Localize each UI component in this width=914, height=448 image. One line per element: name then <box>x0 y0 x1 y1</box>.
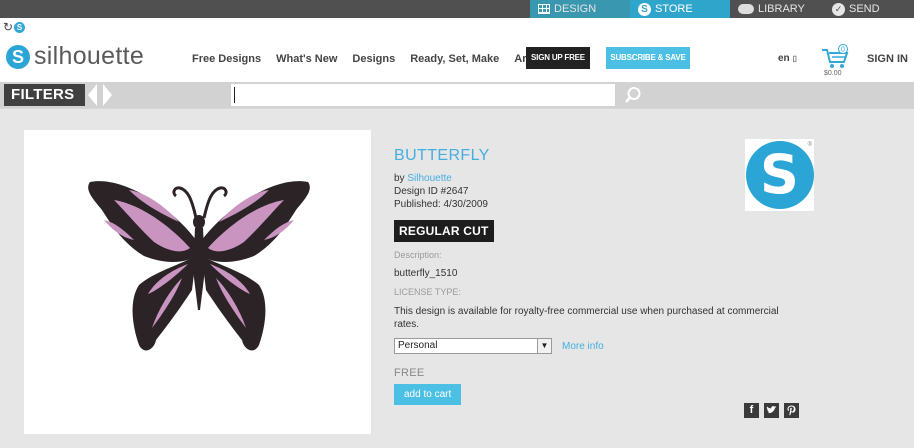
cart-total: $0.00 <box>824 70 842 77</box>
top-app-bar: DESIGN S STORE LIBRARY ✓ SEND <box>0 0 914 18</box>
tab-design[interactable]: DESIGN <box>530 0 630 18</box>
butterfly-design-image <box>88 181 310 351</box>
author-line: by Silhouette <box>394 172 794 185</box>
license-select-row: Personal ▼ More info <box>394 338 794 354</box>
tab-library[interactable]: LIBRARY <box>730 0 824 18</box>
brand-logo[interactable]: S ® <box>745 139 814 211</box>
published-date: Published: 4/30/2009 <box>394 199 488 210</box>
search-input[interactable] <box>231 84 615 106</box>
subscribe-save-button[interactable]: SUBSCRIBE & SAVE <box>606 47 690 69</box>
check-circle-icon: ✓ <box>832 2 845 16</box>
filters-button[interactable]: FILTERS <box>4 84 85 106</box>
sign-in-link[interactable]: SIGN IN <box>867 53 908 65</box>
registered-mark: ® <box>807 142 812 148</box>
pinterest-icon[interactable] <box>784 403 799 418</box>
add-to-cart-button[interactable]: add to cart <box>394 384 462 405</box>
cart-count: 0 <box>841 47 845 54</box>
nav-whats-new[interactable]: What's New <box>276 53 337 65</box>
twitter-icon[interactable] <box>764 403 779 418</box>
nav-designs[interactable]: Designs <box>352 53 395 65</box>
description-label: Description: <box>394 250 442 260</box>
language-selector[interactable]: en ▯ <box>778 53 797 64</box>
logo-text: silhouette <box>34 42 145 70</box>
refresh-icon[interactable]: ↻ <box>3 21 13 33</box>
language-code: en <box>778 53 790 64</box>
design-detail: BUTTERFLY by Silhouette Design ID #2647 … <box>0 108 914 448</box>
silhouette-mini-icon[interactable]: S <box>14 21 26 33</box>
license-text: This design is available for royalty-fre… <box>394 306 779 330</box>
cut-type-badge: REGULAR CUT <box>394 220 494 242</box>
design-id: Design ID #2647 <box>394 186 469 197</box>
tab-design-label: DESIGN <box>554 3 597 15</box>
facebook-icon[interactable]: f <box>744 403 759 418</box>
nav-free-designs[interactable]: Free Designs <box>192 53 261 65</box>
by-prefix: by <box>394 173 408 184</box>
design-title: BUTTERFLY <box>394 147 490 164</box>
author-link[interactable]: Silhouette <box>407 173 451 184</box>
silhouette-s-icon: S <box>638 2 651 16</box>
nav-ready-set-make[interactable]: Ready, Set, Make <box>410 53 499 65</box>
tab-send[interactable]: ✓ SEND <box>824 0 914 18</box>
browser-controls: ↻ S <box>3 20 26 34</box>
cart-icon: 0 <box>822 44 849 68</box>
site-header: S silhouette Free Designs What's New Des… <box>0 34 914 82</box>
language-flag-icon: ▯ <box>792 54 797 63</box>
tab-store-label: STORE <box>655 3 693 15</box>
design-info: BUTTERFLY by Silhouette Design ID #2647 … <box>394 147 794 405</box>
more-info-link[interactable]: More info <box>562 341 604 352</box>
logo-s-icon: S <box>6 44 30 69</box>
social-share: f <box>744 403 799 418</box>
tab-send-label: SEND <box>849 3 880 15</box>
chevron-down-icon: ▼ <box>537 339 551 353</box>
cloud-icon <box>738 4 754 14</box>
tab-store[interactable]: S STORE <box>630 0 730 18</box>
description-text: butterfly_1510 <box>394 268 458 279</box>
silhouette-logo[interactable]: S silhouette <box>6 42 144 71</box>
cart-button[interactable]: 0 $0.00 <box>820 44 856 80</box>
license-type-label: LICENSE TYPE: <box>394 287 461 297</box>
search-icon[interactable] <box>624 86 642 104</box>
design-image-panel <box>24 130 371 434</box>
license-type-select[interactable]: Personal ▼ <box>394 338 552 354</box>
license-selected-option: Personal <box>398 340 438 351</box>
next-arrow-icon[interactable] <box>103 84 112 106</box>
grid-icon <box>538 4 550 14</box>
main-nav: Free Designs What's New Designs Ready, S… <box>192 53 549 65</box>
price-label: FREE <box>394 367 425 379</box>
prev-arrow-icon[interactable] <box>88 84 97 106</box>
tab-library-label: LIBRARY <box>758 3 805 15</box>
brand-s-icon: S <box>745 141 814 209</box>
filter-bar: FILTERS <box>0 82 914 108</box>
text-cursor <box>234 87 235 103</box>
sign-up-free-button[interactable]: SIGN UP FREE <box>526 47 590 69</box>
